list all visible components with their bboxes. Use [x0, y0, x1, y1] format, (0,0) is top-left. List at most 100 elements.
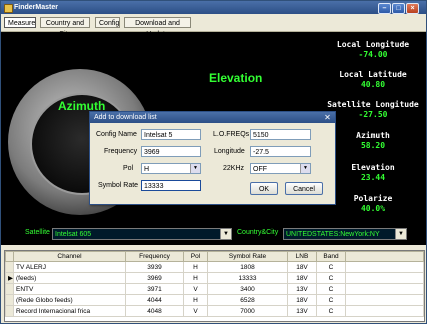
maximize-icon[interactable]: □: [392, 3, 405, 14]
cell-lnb[interactable]: 18V: [287, 272, 317, 284]
cell-pol[interactable]: H: [183, 272, 208, 284]
ok-button[interactable]: OK: [250, 182, 278, 195]
frequency-label: Frequency: [104, 148, 138, 155]
cell-band[interactable]: C: [316, 272, 346, 284]
cell-pol[interactable]: H: [183, 261, 208, 273]
cell-lnb[interactable]: 13V: [287, 305, 317, 317]
cell-empty: [345, 261, 424, 273]
cell-pol[interactable]: H: [183, 294, 208, 306]
table-row[interactable]: TV ALERJ 3939 H 1808 18V C: [5, 261, 424, 273]
info-label: Satellite Longitude: [327, 100, 419, 109]
cell-symbol-rate[interactable]: 6528: [207, 294, 288, 306]
info-elevation: Elevation 23.44: [321, 163, 425, 183]
column-header-symbol-rate[interactable]: Symbol Rate: [207, 251, 288, 262]
info-azimuth: Azimuth 58.20: [321, 131, 425, 151]
cell-band[interactable]: C: [316, 283, 346, 295]
chevron-down-icon[interactable]: ▼: [395, 229, 406, 239]
window-title: FinderMaster: [14, 4, 58, 11]
info-label: Local Latitude: [339, 70, 407, 79]
cell-empty: [345, 283, 424, 295]
title-bar: FinderMaster – □ ×: [1, 1, 426, 14]
column-header-band[interactable]: Band: [316, 251, 346, 262]
column-header-pol[interactable]: Pol: [183, 251, 208, 262]
lofreq-label: L.O.FREQs: [213, 131, 250, 138]
cell-lnb[interactable]: 13V: [287, 283, 317, 295]
country-city-select[interactable]: UNITEDSTATES:NewYork:NY ▼: [283, 228, 407, 240]
cell-frequency[interactable]: 4044: [125, 294, 184, 306]
dialog-title-bar: Add to download list ✕: [90, 112, 335, 123]
row-indicator: [5, 283, 14, 295]
column-header-channel[interactable]: Channel: [13, 251, 126, 262]
tab-config[interactable]: Config: [95, 17, 120, 28]
table-row[interactable]: Record Internacional frica 4048 V 7000 13V C: [5, 305, 424, 317]
chevron-down-icon[interactable]: ▼: [190, 164, 200, 173]
row-indicator: [5, 294, 14, 306]
cell-symbol-rate[interactable]: 13333: [207, 272, 288, 284]
info-value: -27.50: [358, 110, 388, 119]
minimize-icon[interactable]: –: [378, 3, 391, 14]
info-label: Local Longitude: [336, 40, 410, 49]
frequency-input[interactable]: 3969: [141, 146, 201, 157]
info-value: -74.00: [358, 50, 388, 59]
info-label: Azimuth: [356, 131, 390, 140]
cell-band[interactable]: C: [316, 305, 346, 317]
cell-pol[interactable]: V: [183, 283, 208, 295]
cell-empty: [345, 272, 424, 284]
cell-frequency[interactable]: 3969: [125, 272, 184, 284]
column-header-frequency[interactable]: Frequency: [125, 251, 184, 262]
cell-band[interactable]: C: [316, 261, 346, 273]
dialog-close-icon[interactable]: ✕: [323, 113, 332, 122]
tab-measure[interactable]: Measure: [4, 17, 36, 28]
channel-table: Channel Frequency Pol Symbol Rate LNB Ba…: [4, 250, 425, 322]
chevron-down-icon[interactable]: ▼: [220, 229, 231, 239]
pol-label: Pol: [123, 165, 134, 172]
cell-frequency[interactable]: 4048: [125, 305, 184, 317]
column-header-lnb[interactable]: LNB: [287, 251, 317, 262]
current-row-arrow-icon: ▶: [5, 272, 14, 284]
app-icon: [4, 4, 13, 13]
table-row[interactable]: (Rede Globo feeds) 4044 H 6528 18V C: [5, 294, 424, 306]
longitude-label: Longitude: [214, 148, 245, 155]
pol-select[interactable]: H ▼: [141, 163, 201, 174]
table-row[interactable]: ▶ (feeds) 3969 H 13333 18V C: [5, 272, 424, 284]
cell-lnb[interactable]: 18V: [287, 261, 317, 273]
table-row[interactable]: ENTV 3971 V 3400 13V C: [5, 283, 424, 295]
chevron-down-icon[interactable]: ▼: [300, 164, 310, 173]
add-to-download-dialog: Add to download list ✕ Config Name Intel…: [89, 111, 336, 205]
dialog-title: Add to download list: [94, 114, 157, 121]
khz-select-value: OFF: [253, 166, 267, 173]
info-value: 40.80: [360, 80, 386, 89]
longitude-input[interactable]: -27.5: [250, 146, 311, 157]
cell-symbol-rate[interactable]: 3400: [207, 283, 288, 295]
lofreq-input[interactable]: 5150: [250, 129, 311, 140]
cell-channel[interactable]: TV ALERJ: [13, 261, 126, 273]
cell-empty: [345, 305, 424, 317]
symbol-rate-input[interactable]: 13333: [141, 180, 201, 191]
cancel-button[interactable]: Cancel: [285, 182, 323, 195]
cell-symbol-rate[interactable]: 7000: [207, 305, 288, 317]
tab-country-and-city[interactable]: Country and City: [40, 17, 90, 38]
info-satellite-longitude: Satellite Longitude -27.50: [321, 100, 425, 120]
cell-pol[interactable]: V: [183, 305, 208, 317]
cell-channel[interactable]: Record Internacional frica: [13, 305, 126, 317]
cell-channel[interactable]: (feeds): [13, 272, 126, 284]
info-local-latitude: Local Latitude 40.80: [321, 70, 425, 90]
tab-bar: Measure Country and City Config Download…: [1, 14, 426, 38]
cell-lnb[interactable]: 18V: [287, 294, 317, 306]
satellite-select[interactable]: Intelsat 605 ▼: [52, 228, 232, 240]
cell-channel[interactable]: ENTV: [13, 283, 126, 295]
khz-select[interactable]: OFF ▼: [250, 163, 311, 174]
tab-download-and-update[interactable]: Download and Update: [124, 17, 191, 38]
cell-symbol-rate[interactable]: 1808: [207, 261, 288, 273]
cell-frequency[interactable]: 3939: [125, 261, 184, 273]
config-name-input[interactable]: Intelsat 5: [141, 129, 201, 140]
info-value: 23.44: [360, 173, 386, 182]
cell-frequency[interactable]: 3971: [125, 283, 184, 295]
cell-band[interactable]: C: [316, 294, 346, 306]
symbol-rate-label: Symbol Rate: [98, 182, 139, 189]
close-icon[interactable]: ×: [406, 3, 419, 14]
cell-channel[interactable]: (Rede Globo feeds): [13, 294, 126, 306]
khz-label: 22KHz: [223, 165, 245, 172]
table-header-row: Channel Frequency Pol Symbol Rate LNB Ba…: [5, 251, 424, 262]
satellite-select-value: Intelsat 605: [55, 231, 92, 238]
